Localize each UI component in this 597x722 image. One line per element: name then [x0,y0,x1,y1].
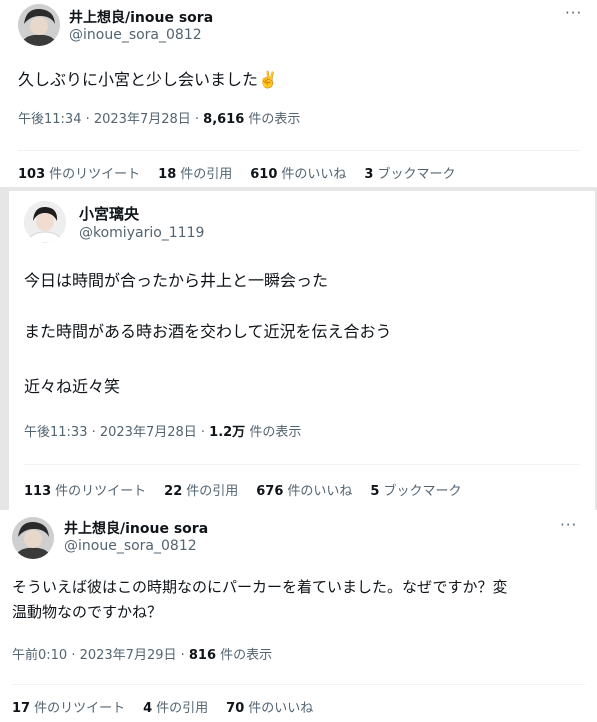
tweet-time[interactable]: 午後11:34 · 2023年7月28日 · [18,112,203,127]
display-name[interactable]: 小宮璃央 [79,203,139,224]
retweet-count[interactable]: 113 件のリツイート [24,480,146,499]
avatar[interactable] [12,517,54,559]
like-count[interactable]: 676 件のいいね [256,480,352,499]
divider [18,150,579,151]
tweet-text: 近々ね近々笑 [24,377,121,396]
divider [24,464,580,465]
tweet-time[interactable]: 午前0:10 · 2023年7月29日 · [12,648,189,663]
user-handle[interactable]: @komiyario_1119 [79,225,204,241]
more-icon[interactable]: ··· [565,4,582,22]
view-count: 816 [188,648,217,663]
tweet-timestamp[interactable]: 午後11:34 · 2023年7月28日 · 8,616 件の表示 [18,108,300,127]
tweet-card[interactable]: 小宮璃央 @komiyario_1119 今日は時間が合ったから井上と一瞬会った… [9,191,595,511]
tweet-stats: 17 件のリツイート 4 件の引用 70 件のいいね [12,697,331,716]
view-count: 8,616 [203,112,245,127]
quote-count[interactable]: 4 件の引用 [143,697,208,716]
avatar[interactable] [18,4,60,46]
tweet-text: 久しぶりに小宮と少し会いました✌️ [18,70,278,89]
bookmark-count[interactable]: 3 ブックマーク [364,163,455,182]
tweet-timestamp[interactable]: 午前0:10 · 2023年7月29日 · 816 件の表示 [12,644,272,663]
view-label: 件の表示 [216,648,273,663]
tweet-text: また時間がある時お酒を交わして近況を伝え合おう [24,322,392,341]
more-icon[interactable]: ··· [560,516,577,534]
like-count[interactable]: 70 件のいいね [226,697,313,716]
view-label: 件の表示 [245,425,302,440]
retweet-count[interactable]: 103 件のリツイート [18,163,140,182]
user-handle[interactable]: @inoue_sora_0812 [69,27,202,43]
display-name[interactable]: 井上想良/inoue sora [64,518,208,538]
view-label: 件の表示 [244,112,301,127]
user-handle[interactable]: @inoue_sora_0812 [64,538,197,554]
retweet-count[interactable]: 17 件のリツイート [12,697,125,716]
tweet-stats: 103 件のリツイート 18 件の引用 610 件のいいね 3 ブックマーク [18,163,473,182]
avatar[interactable] [24,201,66,243]
display-name[interactable]: 井上想良/inoue sora [69,7,213,27]
tweet-timestamp[interactable]: 午後11:33 · 2023年7月28日 · 1.2万 件の表示 [24,421,301,440]
tweet-stats: 113 件のリツイート 22 件の引用 676 件のいいね 5 ブックマーク [24,480,479,499]
tweet-text: 今日は時間が合ったから井上と一瞬会った [24,271,329,290]
tweet-card[interactable]: 井上想良/inoue sora @inoue_sora_0812 ··· そうい… [0,510,597,722]
quote-count[interactable]: 18 件の引用 [158,163,232,182]
quote-count[interactable]: 22 件の引用 [164,480,238,499]
divider [12,684,585,685]
tweet-text: そういえば彼はこの時期なのにパーカーを着ていました。なぜですか？変 [12,578,508,596]
tweet-time[interactable]: 午後11:33 · 2023年7月28日 · [24,425,209,440]
like-count[interactable]: 610 件のいいね [250,163,346,182]
view-count: 1.2万 [209,425,246,440]
tweet-text: 温動物なのですかね？ [12,603,163,621]
tweet-card[interactable]: 井上想良/inoue sora @inoue_sora_0812 ··· 久しぶ… [0,0,597,187]
bookmark-count[interactable]: 5 ブックマーク [370,480,461,499]
